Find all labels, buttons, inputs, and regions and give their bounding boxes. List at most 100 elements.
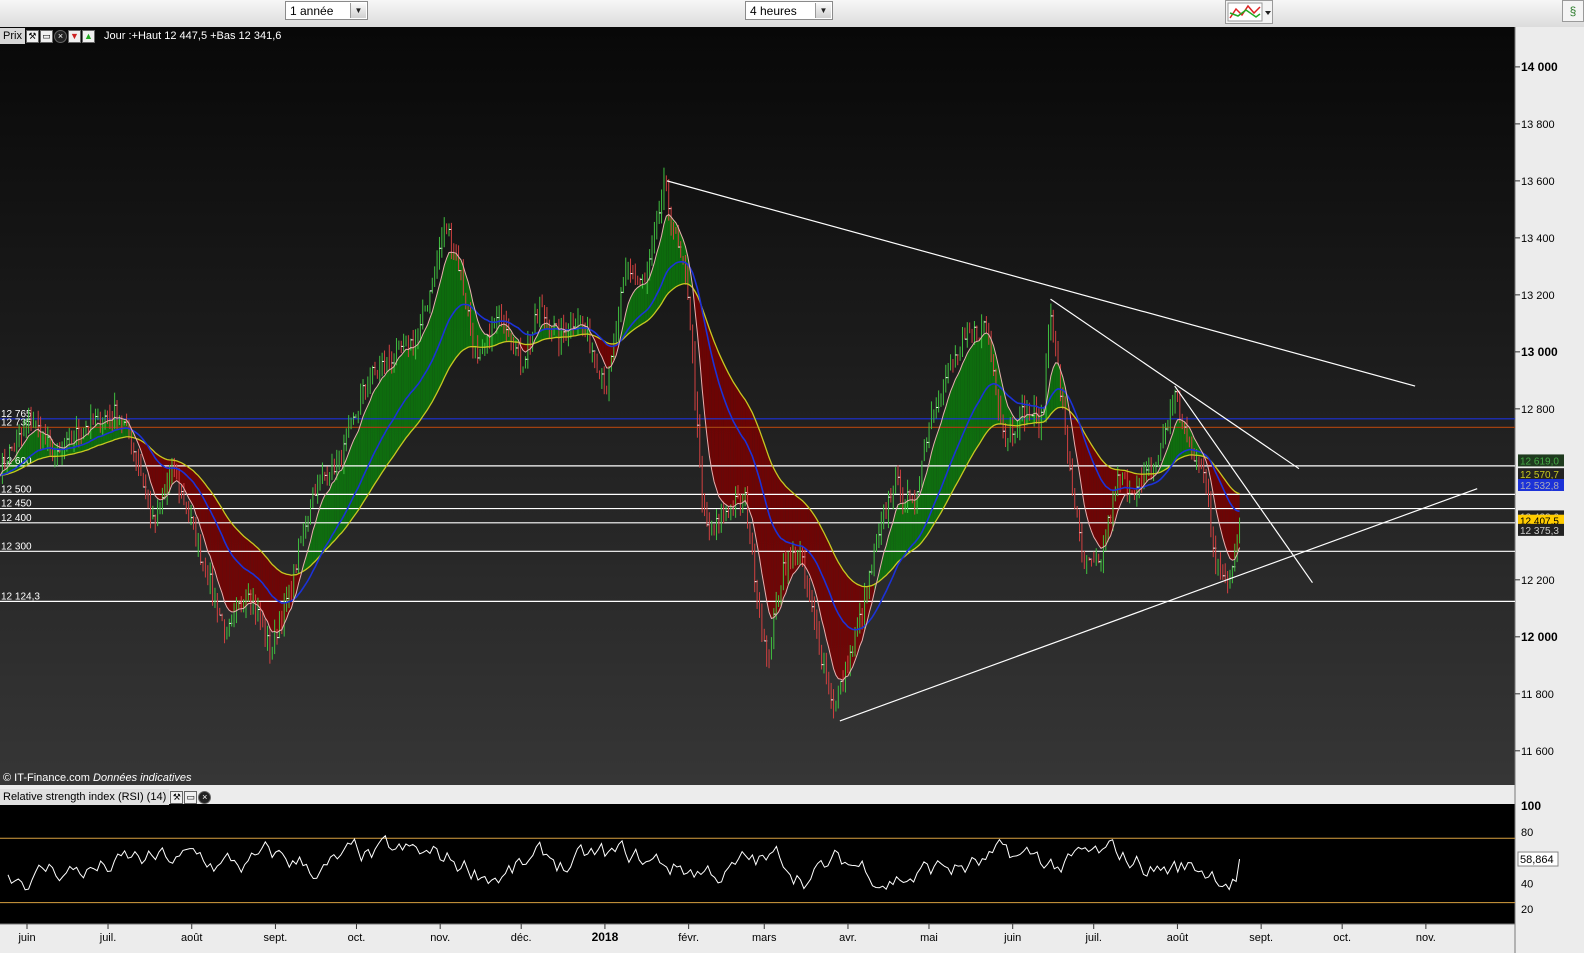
bull-area [339,470,342,536]
bull-area [446,252,450,374]
bear-area [210,490,213,565]
close-icon[interactable]: × [53,29,67,43]
bull-area [396,357,399,452]
time-tick-label: mai [920,932,938,944]
price-tick-label: 13 800 [1521,119,1555,131]
bull-area [936,429,939,521]
bull-area [451,252,454,365]
bull-area [389,368,392,462]
bull-area [427,318,430,410]
time-tick-label: déc. [511,932,532,944]
bull-area [666,214,669,296]
bull-area [983,332,987,437]
time-tick-label: sept. [264,932,288,944]
bull-area [382,375,385,473]
bull-area [437,284,440,393]
bear-area [217,501,220,587]
bear-area [831,547,834,669]
level-label: 12 500 [1,484,32,495]
bull-area [439,275,442,388]
time-tick-label: août [181,932,202,944]
bull-area [976,340,980,448]
window-icon[interactable]: ▭ [39,29,53,43]
bull-area [429,311,433,406]
time-tick-label: mars [752,932,777,944]
bull-area [401,352,404,445]
time-tick-label: 2018 [592,930,619,944]
bear-area [766,450,770,613]
bull-area [957,369,961,482]
bear-area [807,505,810,575]
wrench-icon[interactable]: ⚒ [170,790,184,804]
time-tick-label: sept. [1249,932,1273,944]
bull-area [449,252,452,369]
price-tick-label: 11 600 [1521,746,1554,758]
bull-area [499,324,502,344]
bull-area [377,382,380,480]
rsi-plot-area [0,804,1515,924]
price-tick-label: 12 200 [1521,575,1555,587]
rsi-tick-label: 20 [1521,904,1533,916]
price-tick-label: 13 600 [1521,176,1555,188]
bear-area [757,424,760,558]
bull-area [1055,362,1059,410]
bull-area [979,337,982,445]
bull-area [962,358,965,474]
window-icon[interactable]: ▭ [184,790,198,804]
bear-area [761,436,765,587]
bull-area [370,393,373,492]
bull-area [924,472,927,539]
bull-area [950,385,953,495]
bull-area [955,375,958,487]
time-tick-label: févr. [678,932,699,944]
close-icon[interactable]: × [198,790,212,804]
bear-area [214,497,218,580]
price-panel-label: Prix [0,28,25,44]
bull-area [640,284,643,326]
bull-area [406,349,409,438]
time-tick-label: juin [17,932,35,944]
bull-area [972,342,975,456]
bull-area [348,446,352,524]
bull-area [358,424,361,511]
bear-area [835,557,839,679]
wrench-icon[interactable]: ⚒ [25,29,39,43]
bull-area [95,423,98,447]
bear-area [200,478,204,536]
time-tick-label: août [1167,932,1188,944]
bear-area [195,473,199,520]
bull-area [986,332,989,433]
bull-area [943,407,946,509]
bear-area [812,512,815,589]
bull-area [372,389,375,488]
bull-area [384,372,387,469]
price-marker-label: 12 619,0 [1520,456,1559,467]
price-tick-label: 13 000 [1521,345,1558,359]
bear-area [207,487,211,557]
move-down-icon[interactable]: ▼ [67,29,81,43]
bear-area [769,457,772,619]
bull-area [444,258,447,378]
bear-area [726,368,729,507]
bear-area [188,467,192,502]
time-tick-label: oct. [1333,932,1351,944]
credit-note: Données indicatives [93,772,192,784]
bull-area [974,341,977,452]
price-tick-label: 12 000 [1521,630,1558,644]
bear-area [749,408,753,519]
bull-area [324,492,328,551]
price-tick-label: 13 400 [1521,233,1555,245]
level-label: 12 300 [1,541,32,552]
bear-area [203,481,206,544]
level-label: 12 124,3 [1,591,40,602]
bull-area [948,391,951,500]
bear-area [742,396,746,503]
bear-area [716,347,719,497]
bear-area [814,515,817,598]
price-tick-label: 13 200 [1521,290,1555,302]
bear-area [231,523,235,612]
bull-area [969,346,973,460]
move-up-icon[interactable]: ▲ [81,29,95,43]
rsi-panel-header: Relative strength index (RSI) (14) ⚒ ▭ × [0,789,212,805]
bear-area [754,418,758,545]
